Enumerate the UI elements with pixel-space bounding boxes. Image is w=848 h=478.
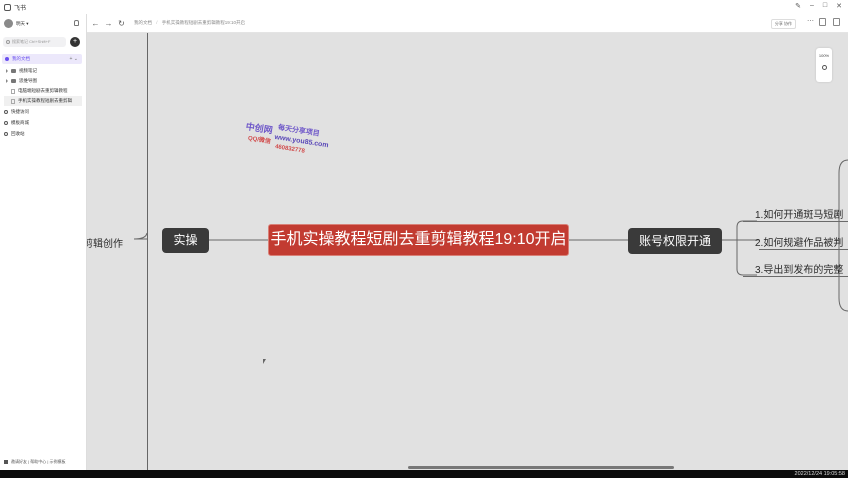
sidebar-item-trash[interactable]: 回收站	[4, 129, 25, 139]
avatar[interactable]	[4, 19, 13, 28]
node-account-permissions[interactable]: 账号权限开通	[628, 228, 722, 254]
window-title: 飞书	[14, 5, 27, 12]
pin-icon[interactable]: ✎	[795, 2, 801, 10]
leaf-item-3[interactable]: 3.导出到发布的完整	[755, 261, 843, 276]
forward-icon[interactable]: →	[104, 19, 113, 28]
share-button[interactable]: 分享 协作	[770, 19, 796, 29]
minimize-icon[interactable]: –	[810, 2, 814, 10]
doc-icon	[11, 98, 15, 104]
horizontal-scrollbar[interactable]	[408, 466, 674, 469]
timestamp: 2022/12/24 19:05:58	[794, 471, 845, 477]
breadcrumb-separator: /	[156, 20, 158, 25]
sidebar-item-quick-access[interactable]: 快捷访问	[4, 107, 29, 117]
watermark-contact-number: 460832778	[274, 144, 306, 155]
folder-actions[interactable]: + ⌄	[70, 54, 79, 64]
star-icon	[4, 110, 8, 114]
leaf-underline	[759, 249, 848, 250]
mouse-cursor-icon	[263, 359, 266, 364]
sidebar-item-label: 回收站	[11, 131, 25, 136]
leaf-underline	[743, 221, 848, 222]
close-icon[interactable]: ✕	[836, 2, 842, 10]
search-input[interactable]: 搜索笔记 Ctrl+Shift+F	[3, 37, 66, 47]
folder-icon	[11, 79, 16, 83]
settings-icon[interactable]	[833, 18, 840, 26]
node-edit-creation[interactable]: 剪辑创作	[87, 235, 123, 250]
zoom-control[interactable]: 100%	[816, 48, 832, 82]
sidebar-footer: 邀请好友 | 帮助中心 | 示例模板	[4, 459, 66, 465]
maximize-icon[interactable]: □	[823, 2, 827, 10]
breadcrumb-current: 手机实操教程短剧去重剪辑教程19:10开启	[161, 20, 246, 25]
user-name[interactable]: 明天 ▾	[16, 21, 29, 27]
window-controls: ✎ – □ ✕	[795, 2, 842, 10]
footer-links[interactable]: 邀请好友 | 帮助中心 | 示例模板	[11, 459, 66, 465]
sidebar-item-label: 手机实操教程短剧去重剪辑	[18, 98, 72, 103]
sidebar-item-label: 思维导图	[19, 78, 37, 83]
sidebar-item-label: 我的文档	[12, 56, 30, 61]
refresh-icon[interactable]: ↻	[117, 19, 126, 28]
sidebar-item-mindmap[interactable]: 思维导图	[6, 76, 37, 86]
taskbar: 2022/12/24 19:05:58	[0, 470, 848, 478]
sidebar-item-pc-tutorial[interactable]: 电脑端短剧去重剪辑教程	[11, 86, 68, 96]
sidebar-item-video-notes[interactable]: 视频笔记	[6, 66, 37, 76]
locate-icon[interactable]	[821, 65, 827, 70]
folder-icon	[11, 69, 16, 73]
new-doc-button[interactable]: +	[70, 37, 80, 47]
app-logo-icon	[4, 3, 11, 11]
node-root[interactable]: 手机实操教程短剧去重剪辑教程19:10开启	[268, 224, 569, 256]
search-placeholder: 搜索笔记 Ctrl+Shift+F	[12, 39, 51, 44]
sidebar: 明天 ▾ 搜索笔记 Ctrl+Shift+F + 我的文档 + ⌄ 视频笔记 思…	[0, 14, 87, 476]
sidebar-item-label: 模板商城	[11, 120, 29, 125]
breadcrumb-root[interactable]: 我的文档	[134, 20, 152, 25]
back-icon[interactable]: ←	[91, 19, 100, 28]
sidebar-item-my-docs[interactable]: 我的文档 + ⌄	[2, 54, 82, 64]
sidebar-item-label: 视频笔记	[19, 68, 37, 73]
expand-icon[interactable]	[6, 79, 8, 83]
sidebar-item-templates[interactable]: 模板商城	[4, 118, 29, 128]
branch-line	[147, 33, 148, 470]
invite-icon	[4, 460, 8, 464]
search-icon	[6, 40, 10, 44]
bell-icon[interactable]	[74, 20, 79, 26]
top-bar: ← → ↻ 我的文档 / 手机实操教程短剧去重剪辑教程19:10开启 分享 协作…	[87, 14, 848, 33]
more-icon[interactable]: ⋯	[807, 17, 814, 25]
sidebar-item-label: 快捷访问	[11, 109, 29, 114]
user-menu[interactable]: 明天 ▾	[4, 19, 29, 28]
template-icon	[4, 121, 8, 125]
sidebar-item-mobile-tutorial[interactable]: 手机实操教程短剧去重剪辑	[4, 96, 82, 106]
leaf-item-2[interactable]: 2.如何规避作品被判	[755, 234, 843, 249]
breadcrumb: 我的文档 / 手机实操教程短剧去重剪辑教程19:10开启	[134, 20, 245, 26]
trash-icon	[4, 132, 8, 136]
outline-icon[interactable]	[819, 18, 826, 26]
leaf-underline	[743, 276, 848, 277]
node-practice[interactable]: 实操	[162, 228, 209, 253]
zoom-level[interactable]: 100%	[816, 53, 832, 58]
doc-icon	[11, 88, 15, 94]
docs-icon	[5, 57, 9, 61]
sidebar-item-label: 电脑端短剧去重剪辑教程	[18, 88, 68, 93]
leaf-item-1[interactable]: 1.如何开通斑马短剧	[755, 206, 843, 221]
expand-icon[interactable]	[6, 69, 8, 73]
title-bar: 飞书 ✎ – □ ✕	[0, 0, 848, 14]
mindmap-canvas[interactable]: 剪辑创作 实操 手机实操教程短剧去重剪辑教程19:10开启 账号权限开通 1.如…	[87, 33, 848, 470]
app-window: 飞书 ✎ – □ ✕ 明天 ▾ 搜索笔记 Ctrl+Shift+F + 我的文档…	[0, 0, 848, 478]
